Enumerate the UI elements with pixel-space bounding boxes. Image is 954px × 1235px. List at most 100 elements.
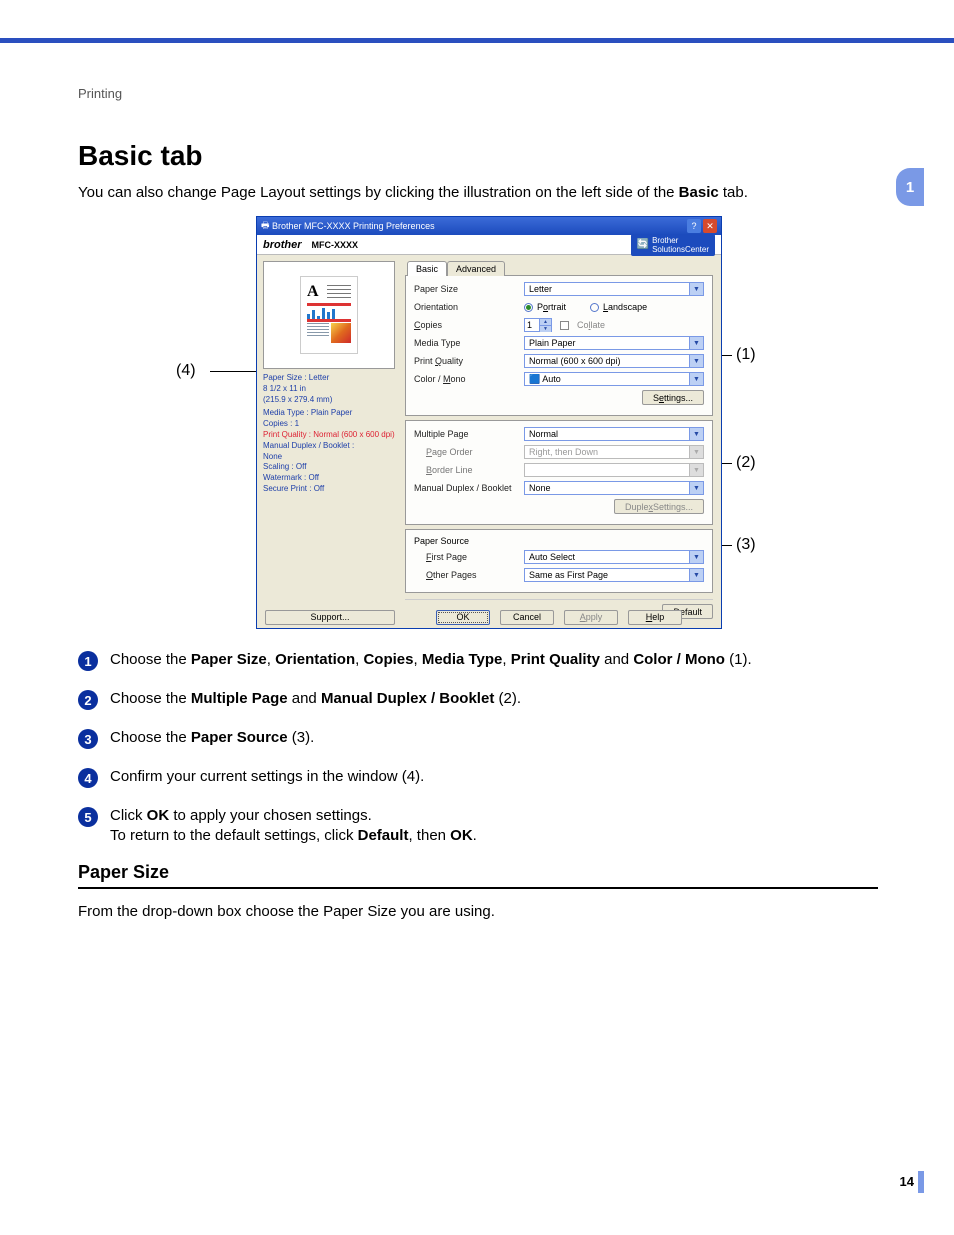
- label-collate: Collate: [577, 320, 605, 330]
- orientation-portrait-radio[interactable]: Portrait: [524, 302, 566, 312]
- step-badge-3: 3: [78, 729, 98, 749]
- panel-paper-source: Paper Source First Page Auto Select ▼ Ot…: [405, 529, 713, 593]
- status-print-quality: Print Quality : Normal (600 x 600 dpi): [263, 430, 395, 441]
- print-quality-select[interactable]: Normal (600 x 600 dpi) ▼: [524, 354, 704, 368]
- page-preview[interactable]: A: [263, 261, 395, 369]
- label-first-page: First Page: [414, 552, 524, 562]
- step-2: 2 Choose the Multiple Page and Manual Du…: [78, 689, 878, 710]
- help-button[interactable]: Help: [628, 610, 682, 625]
- intro-bold: Basic: [679, 184, 719, 201]
- solutions-icon: 🔄: [637, 239, 649, 250]
- instruction-steps: 1 Choose the Paper Size, Orientation, Co…: [78, 650, 878, 865]
- color-mono-select[interactable]: 🟦 Auto ▼: [524, 372, 704, 386]
- chevron-down-icon: ▼: [539, 326, 551, 332]
- page-order-select: Right, then Down ▼: [524, 445, 704, 459]
- radio-checked-icon: [524, 303, 533, 312]
- other-pages-value: Same as First Page: [529, 570, 608, 580]
- chevron-down-icon: ▼: [689, 373, 703, 385]
- brand-bar: brother MFC-XXXX 🔄 Brother SolutionsCent…: [257, 235, 721, 255]
- page-number: 14: [900, 1174, 914, 1189]
- status-paper-size: Paper Size : Letter: [263, 373, 395, 384]
- label-page-order: Page Order: [414, 447, 524, 457]
- first-page-select[interactable]: Auto Select ▼: [524, 550, 704, 564]
- chevron-down-icon: ▼: [689, 551, 703, 563]
- tab-advanced[interactable]: Advanced: [447, 261, 505, 276]
- print-quality-value: Normal (600 x 600 dpi): [529, 356, 621, 366]
- status-media-type: Media Type : Plain Paper: [263, 408, 395, 419]
- step-badge-2: 2: [78, 690, 98, 710]
- other-pages-select[interactable]: Same as First Page ▼: [524, 568, 704, 582]
- callout-1-label: (1): [736, 346, 756, 363]
- first-page-value: Auto Select: [529, 552, 575, 562]
- label-paper-size: Paper Size: [414, 284, 524, 294]
- titlebar-help-button[interactable]: ?: [687, 219, 701, 233]
- page-title: Basic tab: [78, 140, 203, 172]
- media-type-select[interactable]: Plain Paper ▼: [524, 336, 704, 350]
- apply-button: Apply: [564, 610, 618, 625]
- copies-input[interactable]: [525, 319, 539, 331]
- page-number-accent: [918, 1171, 924, 1193]
- label-border-line: Border Line: [414, 465, 524, 475]
- section-header: Printing: [78, 86, 122, 101]
- paper-size-select[interactable]: Letter ▼: [524, 282, 704, 296]
- label-media-type: Media Type: [414, 338, 524, 348]
- color-mono-value: Auto: [542, 374, 561, 384]
- settings-button[interactable]: Settings...: [642, 390, 704, 405]
- label-copies: Copies: [414, 320, 524, 330]
- paper-size-heading: Paper Size: [78, 862, 878, 889]
- callout-3: (3): [736, 536, 756, 554]
- solutions-label-2: SolutionsCenter: [652, 245, 709, 254]
- tab-basic[interactable]: Basic: [407, 261, 447, 276]
- panel-multiple-page: Multiple Page Normal ▼ Page Order Right,…: [405, 420, 713, 525]
- paper-size-section: Paper Size From the drop-down box choose…: [78, 862, 878, 920]
- label-multiple-page: Multiple Page: [414, 429, 524, 439]
- label-print-quality: Print Quality: [414, 356, 524, 366]
- paper-size-value: Letter: [529, 284, 552, 294]
- top-divider: [0, 38, 954, 43]
- titlebar-close-button[interactable]: ✕: [703, 219, 717, 233]
- dialog-titlebar: 🖶 Brother MFC-XXXX Printing Preferences …: [257, 217, 721, 235]
- orientation-landscape-radio[interactable]: Landscape: [590, 302, 647, 312]
- dialog-title: Brother MFC-XXXX Printing Preferences: [272, 221, 435, 231]
- preview-pane: A Paper Size : Letter: [257, 255, 401, 606]
- status-watermark: Watermark : Off: [263, 473, 395, 484]
- collate-checkbox[interactable]: [560, 321, 569, 330]
- support-button[interactable]: Support...: [265, 610, 395, 625]
- multiple-page-select[interactable]: Normal ▼: [524, 427, 704, 441]
- page-order-value: Right, then Down: [529, 447, 598, 457]
- chevron-down-icon: ▼: [689, 464, 703, 476]
- multiple-page-value: Normal: [529, 429, 558, 439]
- radio-icon: [590, 303, 599, 312]
- tab-strip: Basic Advanced: [405, 261, 713, 276]
- step-5: 5 Click OK to apply your chosen settings…: [78, 806, 878, 847]
- printer-icon: 🖶: [261, 218, 270, 234]
- chevron-up-icon: ▲: [539, 319, 551, 326]
- copies-spinner[interactable]: ▲▼: [524, 318, 552, 332]
- step-badge-1: 1: [78, 651, 98, 671]
- border-line-select: ▼: [524, 463, 704, 477]
- dialog-footer: Support... OK Cancel Apply Help: [257, 606, 721, 628]
- current-settings-list: Paper Size : Letter 8 1/2 x 11 in (215.9…: [263, 373, 395, 495]
- duplex-booklet-select[interactable]: None ▼: [524, 481, 704, 495]
- color-swatch-icon: 🟦: [529, 374, 540, 384]
- chevron-down-icon: ▼: [689, 355, 703, 367]
- chevron-down-icon: ▼: [689, 428, 703, 440]
- callout-4-label: (4): [176, 362, 196, 379]
- status-scaling: Scaling : Off: [263, 462, 395, 473]
- status-duplex-label: Manual Duplex / Booklet :: [263, 441, 395, 452]
- step-badge-5: 5: [78, 807, 98, 827]
- ok-button[interactable]: OK: [436, 610, 490, 625]
- step-4: 4 Confirm your current settings in the w…: [78, 767, 878, 788]
- label-paper-source: Paper Source: [414, 536, 704, 546]
- solutions-center-link[interactable]: 🔄 Brother SolutionsCenter: [631, 234, 715, 256]
- label-duplex-booklet: Manual Duplex / Booklet: [414, 483, 524, 493]
- duplex-settings-button: Duplex Settings...: [614, 499, 704, 514]
- intro-post: tab.: [719, 184, 748, 201]
- cancel-button[interactable]: Cancel: [500, 610, 554, 625]
- duplex-booklet-value: None: [529, 483, 551, 493]
- chevron-down-icon: ▼: [689, 569, 703, 581]
- brand-logo: brother: [263, 239, 302, 251]
- callout-3-label: (3): [736, 536, 756, 553]
- chapter-tab: 1: [896, 168, 924, 206]
- media-type-value: Plain Paper: [529, 338, 576, 348]
